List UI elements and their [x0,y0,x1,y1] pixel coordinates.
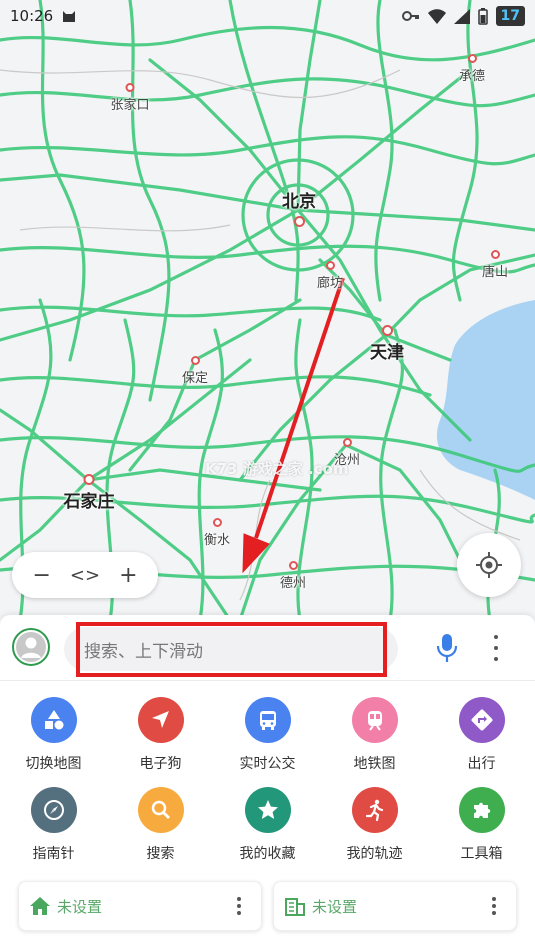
zoom-in-button[interactable]: + [110,563,146,588]
search-row: 搜索、上下滑动 [0,615,535,681]
city-dezhou[interactable]: 德州 [280,561,306,591]
bottom-panel: 搜索、上下滑动 切换地图 电子狗 实时公交 地铁图 出行 指南针 搜索 我的收藏… [0,615,535,951]
city-langfang[interactable]: 廊坊 [317,261,343,291]
action-travel[interactable]: 出行 [428,697,535,773]
city-marker-icon [467,54,477,63]
action-realtime-bus[interactable]: 实时公交 [214,697,321,773]
status-time: 10:26 [10,7,54,25]
office-building-icon [285,898,305,916]
cat-notification-icon [63,11,76,22]
runner-icon [351,787,398,833]
map-toggle-button[interactable]: <> [67,565,103,586]
city-tianjin[interactable]: 天津 [370,325,404,363]
city-marker-icon [325,261,335,270]
navigation-arrow-icon [137,697,184,743]
annotation-highlight-box [76,622,387,677]
work-more-button[interactable] [492,897,496,915]
status-badge: 17 [495,6,525,26]
action-favorites[interactable]: 我的收藏 [214,787,321,863]
map-view[interactable]: 承德 张家口 北京 廊坊 唐山 天津 保定 沧州 石家庄 衡水 德州 K73 游… [0,0,535,620]
city-marker-icon [190,356,200,365]
city-marker-icon [125,83,135,92]
status-bar: 10:26 17 [0,0,535,32]
city-tangshan[interactable]: 唐山 [482,250,508,280]
wifi-icon [427,8,446,24]
city-marker-icon [288,561,298,570]
home-icon [30,897,50,915]
signal-icon [453,8,470,24]
battery-icon [477,7,488,25]
action-my-track[interactable]: 我的轨迹 [321,787,428,863]
action-compass[interactable]: 指南针 [0,787,107,863]
action-search[interactable]: 搜索 [107,787,214,863]
action-subway-map[interactable]: 地铁图 [321,697,428,773]
more-options-button[interactable] [488,635,504,661]
microphone-icon [436,634,458,662]
city-beijing[interactable]: 北京 [282,187,316,229]
work-shortcut-card[interactable]: 未设置 [273,881,517,931]
search-icon [137,787,184,833]
voice-search-button[interactable] [434,633,460,663]
watermark: K73 游戏之家 .com [205,460,349,478]
bus-icon [244,697,291,743]
city-marker-icon [381,325,393,336]
city-marker-icon [490,250,500,259]
action-toolbox[interactable]: 工具箱 [428,787,535,863]
zoom-control: − <> + [12,552,158,598]
user-icon [16,632,46,662]
annotation-arrow [242,277,345,574]
city-hengshui[interactable]: 衡水 [204,518,230,548]
crosshair-icon [476,552,502,578]
city-baoding[interactable]: 保定 [182,356,208,386]
city-zhangjiakou[interactable]: 张家口 [110,83,150,113]
star-icon [244,787,291,833]
zoom-out-button[interactable]: − [24,563,60,588]
city-marker-icon [83,474,95,485]
puzzle-icon [458,787,505,833]
home-more-button[interactable] [237,897,241,915]
shapes-icon [30,697,77,743]
quick-actions-grid: 切换地图 电子狗 实时公交 地铁图 出行 指南针 搜索 我的收藏 我的轨迹 工具… [0,697,535,863]
action-electronic-dog[interactable]: 电子狗 [107,697,214,773]
compass-icon [30,787,77,833]
subway-icon [351,697,398,743]
home-shortcut-label: 未设置 [57,897,103,916]
city-marker-icon [293,216,305,227]
home-shortcut-card[interactable]: 未设置 [18,881,262,931]
city-marker-icon [342,438,352,447]
city-marker-icon [212,518,222,527]
city-shijiazhuang[interactable]: 石家庄 [64,474,115,512]
city-chengde[interactable]: 承德 [459,54,485,84]
action-switch-map[interactable]: 切换地图 [0,697,107,773]
directions-icon [458,697,505,743]
road-network [0,0,535,620]
locate-button[interactable] [457,533,521,597]
key-icon [401,11,419,21]
avatar[interactable] [12,628,50,666]
work-shortcut-label: 未设置 [312,897,358,916]
